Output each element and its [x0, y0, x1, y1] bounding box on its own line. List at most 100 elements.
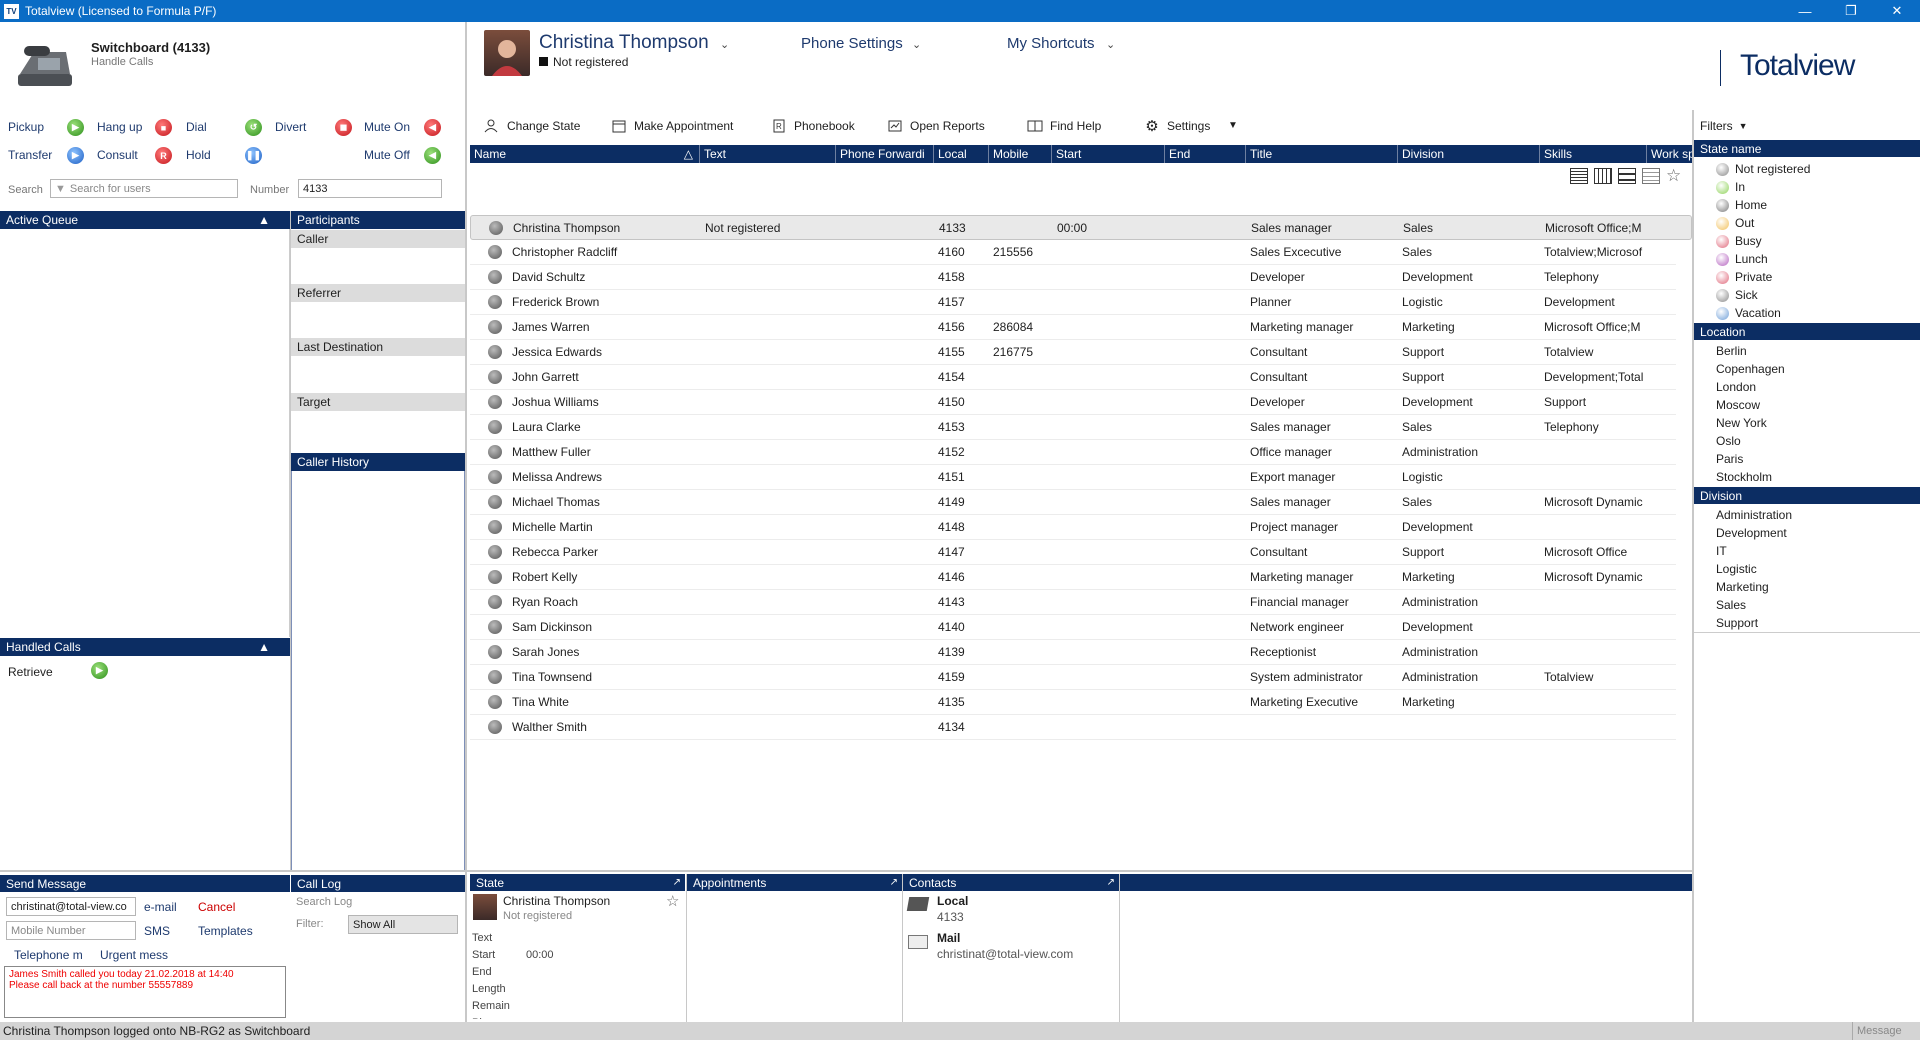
collapse-icon[interactable]: ▲: [258, 640, 270, 654]
table-row[interactable]: Sarah Jones 4139 Receptionist Administratio…: [470, 640, 1676, 665]
caller-history-list[interactable]: [291, 471, 465, 871]
col-text[interactable]: Text: [700, 145, 836, 163]
minimize-button[interactable]: —: [1782, 0, 1828, 22]
col-end[interactable]: End: [1165, 145, 1246, 163]
state-filter-item[interactable]: Not registered: [1694, 160, 1920, 178]
popout-icon[interactable]: ↗: [673, 877, 681, 888]
user-menu-chevron-icon[interactable]: ⌄: [720, 38, 729, 51]
col-title[interactable]: Title: [1246, 145, 1398, 163]
table-row[interactable]: Tina Townsend 4159 System administrator Adm…: [470, 665, 1676, 690]
mute-on-speaker-icon[interactable]: ◀: [424, 119, 441, 136]
state-filter-item[interactable]: Private: [1694, 268, 1920, 286]
contact-mail-value[interactable]: christinat@total-view.com: [937, 947, 1073, 961]
sms-button[interactable]: SMS: [144, 924, 170, 938]
my-shortcuts-chevron-icon[interactable]: ⌄: [1106, 38, 1115, 51]
telephone-message-tab[interactable]: Telephone m: [14, 948, 83, 962]
settings-button[interactable]: ⚙ Settings: [1144, 118, 1210, 135]
close-button[interactable]: ✕: [1874, 0, 1920, 22]
state-filter-item[interactable]: Out: [1694, 214, 1920, 232]
consult-label[interactable]: Consult: [97, 148, 138, 162]
filters-menu[interactable]: Filters ▼: [1700, 119, 1748, 133]
phone-settings-chevron-icon[interactable]: ⌄: [912, 38, 921, 51]
detail-view-icon[interactable]: [1594, 168, 1612, 184]
grid-view-icon[interactable]: [1642, 168, 1660, 184]
table-row[interactable]: Robert Kelly 4146 Marketing manager Marketi…: [470, 565, 1676, 590]
col-local[interactable]: Local: [934, 145, 989, 163]
user-avatar[interactable]: [484, 30, 530, 76]
filters-dropdown-icon[interactable]: ▼: [1739, 121, 1748, 131]
dial-label[interactable]: Dial: [186, 120, 207, 134]
col-name[interactable]: Name △: [470, 145, 700, 163]
phone-settings-menu[interactable]: Phone Settings: [801, 35, 903, 52]
col-mobile[interactable]: Mobile: [989, 145, 1052, 163]
table-row[interactable]: David Schultz 4158 Developer Development Tel…: [470, 265, 1676, 290]
mobile-number-input[interactable]: Mobile Number: [6, 921, 136, 940]
retrieve-icon[interactable]: ▶: [91, 662, 108, 679]
table-row[interactable]: Tina White 4135 Marketing Executive Marketi…: [470, 690, 1676, 715]
table-row[interactable]: Michael Thomas 4149 Sales manager Sales Micr…: [470, 490, 1676, 515]
cancel-button[interactable]: Cancel: [198, 900, 235, 914]
location-filter-item[interactable]: Paris: [1694, 450, 1920, 468]
divert-label[interactable]: Divert: [275, 120, 306, 134]
state-filter-item[interactable]: Busy: [1694, 232, 1920, 250]
pickup-icon[interactable]: ▶: [67, 119, 84, 136]
location-filter-item[interactable]: London: [1694, 378, 1920, 396]
popout-icon[interactable]: ↗: [890, 877, 898, 888]
make-appointment-button[interactable]: Make Appointment: [611, 119, 733, 133]
mute-off-label[interactable]: Mute Off: [364, 148, 410, 162]
email-button[interactable]: e-mail: [144, 900, 177, 914]
table-row[interactable]: Christopher Radcliff 4160 215556 Sales Exce…: [470, 240, 1676, 265]
table-row[interactable]: Ryan Roach 4143 Financial manager Administr…: [470, 590, 1676, 615]
division-filter-item[interactable]: Marketing: [1694, 578, 1920, 596]
division-filter-item[interactable]: Support: [1694, 614, 1920, 632]
location-filter-item[interactable]: Oslo: [1694, 432, 1920, 450]
templates-button[interactable]: Templates: [198, 924, 253, 938]
list-view-icon[interactable]: [1570, 168, 1588, 184]
popout-icon[interactable]: ↗: [1107, 877, 1115, 888]
email-input[interactable]: christinat@total-view.co: [6, 897, 136, 916]
table-row[interactable]: Sam Dickinson 4140 Network engineer Develop…: [470, 615, 1676, 640]
my-shortcuts-menu[interactable]: My Shortcuts: [1007, 35, 1095, 52]
hold-label[interactable]: Hold: [186, 148, 211, 162]
find-help-button[interactable]: Find Help: [1027, 119, 1101, 133]
division-filter-item[interactable]: IT: [1694, 542, 1920, 560]
user-name[interactable]: Christina Thompson: [539, 32, 709, 54]
favorite-star-icon[interactable]: ☆: [1666, 167, 1681, 184]
state-filter-item[interactable]: Sick: [1694, 286, 1920, 304]
table-row[interactable]: Matthew Fuller 4152 Office manager Administ…: [470, 440, 1676, 465]
table-row[interactable]: Christina Thompson Not registered 4133 00:0…: [470, 215, 1692, 240]
contact-local-value[interactable]: 4133: [937, 910, 964, 924]
col-start[interactable]: Start: [1052, 145, 1165, 163]
phonebook-button[interactable]: R Phonebook: [771, 119, 855, 133]
state-filter-item[interactable]: Vacation: [1694, 304, 1920, 322]
table-row[interactable]: John Garrett 4154 Consultant Support Develop…: [470, 365, 1676, 390]
retrieve-label[interactable]: Retrieve: [8, 665, 53, 679]
collapse-icon[interactable]: ▲: [258, 213, 270, 227]
sort-icon[interactable]: △: [684, 147, 693, 161]
hangup-icon[interactable]: ■: [155, 119, 172, 136]
call-log-search[interactable]: Search Log: [296, 896, 352, 908]
search-input[interactable]: ▼ Search for users: [50, 179, 238, 198]
active-queue-header[interactable]: Active Queue ▲: [0, 211, 290, 229]
transfer-label[interactable]: Transfer: [8, 148, 52, 162]
open-reports-button[interactable]: Open Reports: [887, 119, 985, 133]
number-input[interactable]: 4133: [298, 179, 442, 198]
consult-icon[interactable]: R: [155, 147, 172, 164]
col-phone-forwarding[interactable]: Phone Forwardi: [836, 145, 934, 163]
col-workspace[interactable]: Work sp: [1647, 145, 1692, 163]
call-log-filter-select[interactable]: Show All: [348, 915, 458, 934]
division-filter-item[interactable]: Development: [1694, 524, 1920, 542]
division-filter-item[interactable]: Logistic: [1694, 560, 1920, 578]
location-filter-item[interactable]: Moscow: [1694, 396, 1920, 414]
table-row[interactable]: Melissa Andrews 4151 Export manager Logisti…: [470, 465, 1676, 490]
table-row[interactable]: Jessica Edwards 4155 216775 Consultant Suppo…: [470, 340, 1676, 365]
table-row[interactable]: Michelle Martin 4148 Project manager Develo…: [470, 515, 1676, 540]
tile-view-icon[interactable]: [1618, 168, 1636, 184]
col-skills[interactable]: Skills: [1540, 145, 1647, 163]
location-filter-item[interactable]: Berlin: [1694, 342, 1920, 360]
state-filter-item[interactable]: Lunch: [1694, 250, 1920, 268]
transfer-icon[interactable]: ▶: [67, 147, 84, 164]
restore-button[interactable]: ❐: [1828, 0, 1874, 22]
toolbar-overflow-dropdown-icon[interactable]: ▼: [1228, 120, 1238, 131]
pickup-label[interactable]: Pickup: [8, 120, 44, 134]
